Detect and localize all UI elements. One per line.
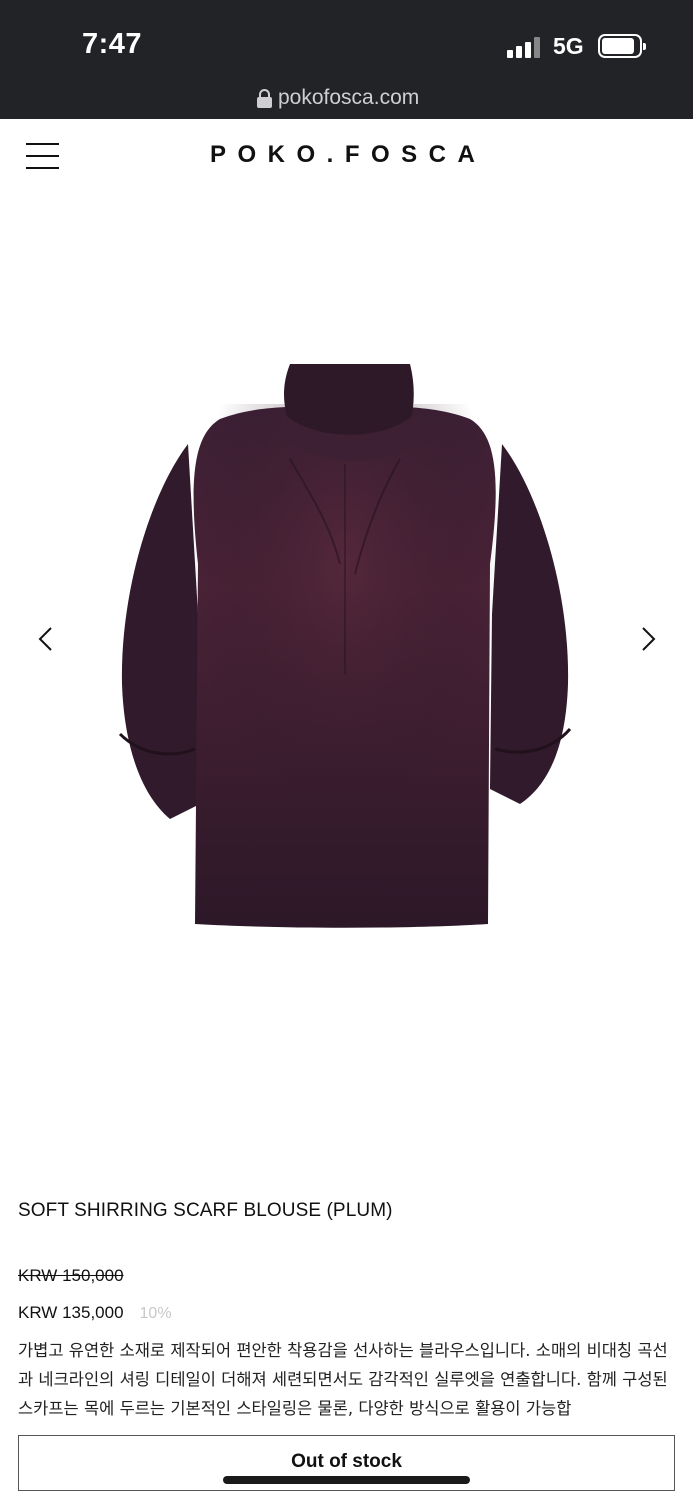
home-indicator[interactable] <box>223 1476 470 1484</box>
site-header: POKO.FOSCA <box>0 119 693 194</box>
original-price: KRW 150,000 <box>18 1266 124 1285</box>
discount-badge: 10% <box>139 1305 172 1322</box>
product-gallery <box>0 194 693 1154</box>
product-image <box>110 364 580 954</box>
sale-price: KRW 135,000 <box>18 1303 124 1322</box>
battery-icon <box>598 34 646 58</box>
price-row: KRW 135,000 10% <box>18 1303 172 1323</box>
site-logo[interactable]: POKO.FOSCA <box>210 141 486 169</box>
product-title: SOFT SHIRRING SCARF BLOUSE (PLUM) <box>18 1200 393 1221</box>
hamburger-menu-icon[interactable] <box>26 141 59 169</box>
network-label: 5G <box>553 33 584 59</box>
product-description: 가볍고 유연한 소재로 제작되어 편안한 착용감을 선사하는 블라우스입니다. … <box>18 1341 668 1418</box>
status-bar: 7:47 5G <box>0 0 693 80</box>
bottom-action-bar: Out of stock <box>0 1428 693 1500</box>
chevron-left-icon[interactable] <box>32 624 62 654</box>
status-time: 7:47 <box>82 28 143 60</box>
url-text: pokofosca.com <box>278 86 420 109</box>
signal-icon <box>507 36 543 58</box>
browser-url-bar[interactable]: pokofosca.com <box>0 80 693 119</box>
chevron-right-icon[interactable] <box>632 624 662 654</box>
lock-icon <box>257 88 272 108</box>
